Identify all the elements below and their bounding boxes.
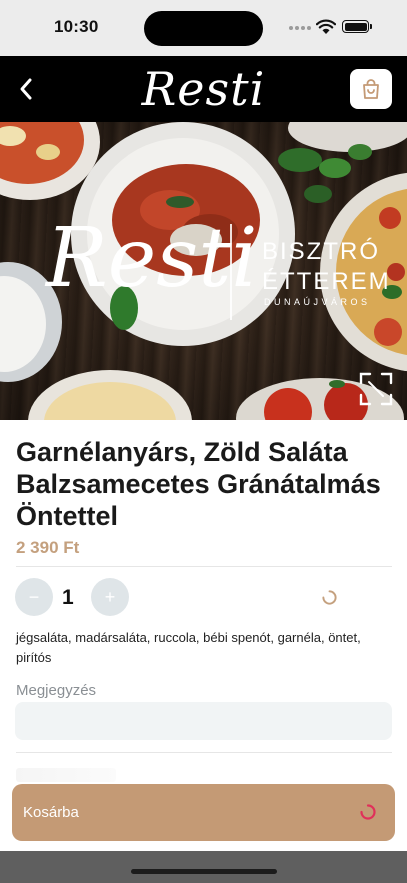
add-to-cart-button[interactable]: Kosárba xyxy=(12,784,395,841)
hero-line-2: ÉTTEREM xyxy=(262,268,391,295)
hero-line-3: DUNAÚJVÁROS xyxy=(264,297,371,307)
hero-logo: Resti xyxy=(46,211,258,306)
hero-line-1: BISZTRÓ xyxy=(262,238,381,265)
expand-icon[interactable] xyxy=(358,371,394,407)
quantity-increase-button[interactable]: + xyxy=(91,578,129,616)
note-input[interactable] xyxy=(15,702,392,740)
divider xyxy=(16,566,392,567)
hero-separator xyxy=(230,224,232,320)
status-time: 10:30 xyxy=(54,17,99,36)
app-header: Resti xyxy=(0,56,407,122)
add-to-cart-label: Kosárba xyxy=(23,804,79,821)
hidden-section-label xyxy=(16,768,116,782)
product-price: 2 390 Ft xyxy=(16,538,80,557)
dynamic-island xyxy=(144,11,263,46)
divider xyxy=(16,752,392,753)
spinner-icon xyxy=(322,590,337,605)
product-title: Garnélanyárs, Zöld Saláta Balzsamecetes … xyxy=(16,437,381,531)
note-label: Megjegyzés xyxy=(16,682,97,699)
header-logo: Resti xyxy=(141,62,266,116)
minus-icon: − xyxy=(28,586,40,607)
home-indicator xyxy=(131,869,277,874)
plus-icon: + xyxy=(104,586,116,607)
hero-image: Resti BISZTRÓ ÉTTEREM DUNAÚJVÁROS xyxy=(0,122,407,420)
cart-button[interactable] xyxy=(350,69,392,109)
quantity-decrease-button[interactable]: − xyxy=(15,578,53,616)
quantity-value: 1 xyxy=(62,586,74,609)
shopping-bag-icon xyxy=(363,79,379,99)
ingredients-text: jégsaláta, madársaláta, ruccola, bébi sp… xyxy=(16,630,361,665)
bottom-bar xyxy=(0,851,407,883)
cellular-icon xyxy=(289,26,311,30)
battery-icon xyxy=(342,20,372,33)
wifi-icon xyxy=(316,19,336,34)
spinner-icon xyxy=(360,804,376,820)
status-bar: 10:30 xyxy=(0,0,407,56)
